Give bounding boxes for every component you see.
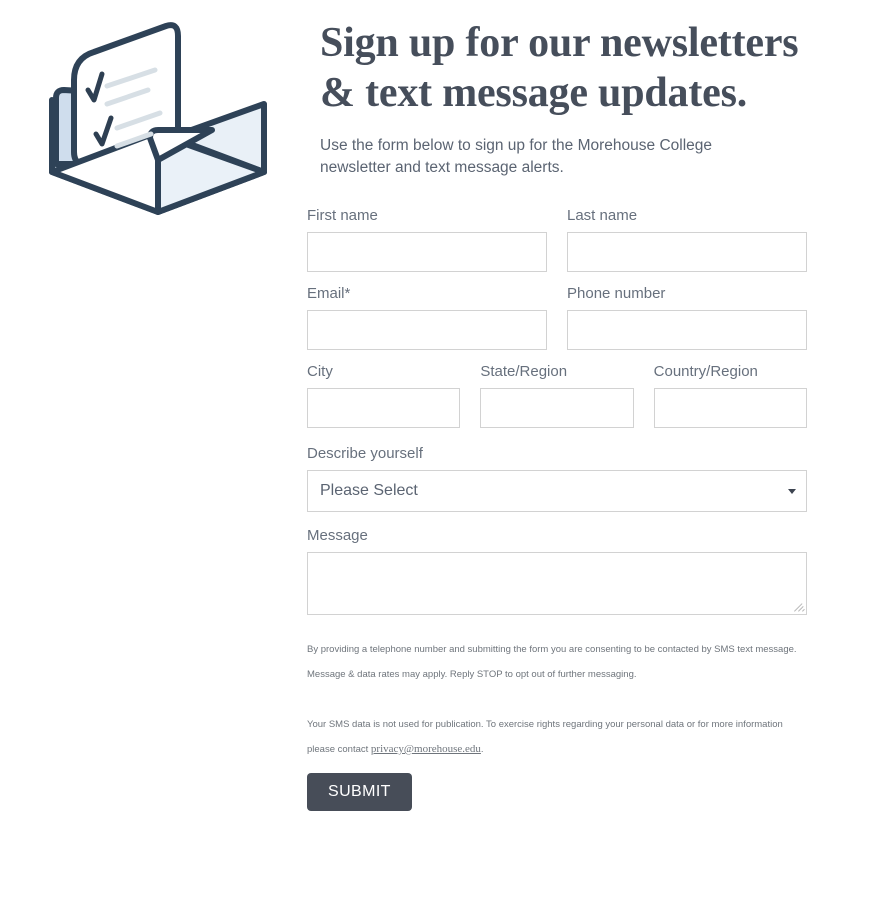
first-name-input[interactable] (307, 232, 547, 272)
field-describe-yourself: Describe yourself Please Select (307, 444, 807, 512)
label-country-region: Country/Region (653, 363, 758, 380)
page-subtitle: Use the form below to sign up for the Mo… (320, 137, 713, 176)
label-message: Message (307, 527, 368, 544)
describe-yourself-select[interactable]: Please Select (307, 470, 807, 512)
signup-form: First name Last name Email* Phone number (307, 206, 807, 811)
state-region-input[interactable] (480, 388, 634, 428)
signup-content: Sign up for our newsletters & text messa… (307, 18, 807, 811)
message-textarea[interactable] (307, 552, 807, 615)
privacy-email-link[interactable]: privacy@morehouse.edu (371, 743, 481, 755)
required-marker: * (344, 285, 351, 302)
submit-button[interactable]: SUBMIT (307, 773, 412, 811)
resize-handle-icon[interactable] (793, 601, 805, 613)
sms-consent-text: By providing a telephone number and subm… (307, 644, 797, 680)
field-phone-number: Phone number (567, 284, 807, 350)
country-region-input[interactable] (653, 388, 807, 428)
last-name-input[interactable] (567, 232, 807, 272)
field-state-region: State/Region (480, 362, 634, 428)
label-email: Email* (307, 284, 547, 304)
field-last-name: Last name (567, 206, 807, 272)
privacy-disclaimer-text: Your SMS data is not used for publicatio… (307, 712, 807, 762)
describe-yourself-selected-value[interactable]: Please Select (307, 470, 807, 512)
privacy-text-after: . (480, 744, 484, 755)
field-message: Message (307, 526, 807, 615)
label-city: City (307, 363, 333, 380)
newsletter-signup-page: Sign up for our newsletters & text messa… (0, 0, 894, 899)
field-first-name: First name (307, 206, 547, 272)
form-row-describe: Describe yourself Please Select (307, 444, 807, 512)
label-state-region: State/Region (480, 363, 568, 380)
label-last-name: Last name (567, 207, 638, 224)
privacy-disclaimer: Your SMS data is not used for publicatio… (307, 712, 807, 762)
envelope-illustration (38, 12, 278, 227)
label-phone-number: Phone number (567, 285, 666, 302)
label-email-text: Email (307, 285, 345, 302)
form-row-contact: Email* Phone number (307, 284, 807, 350)
field-country-region: Country/Region (653, 362, 807, 428)
form-row-name: First name Last name (307, 206, 807, 272)
form-row-message: Message (307, 526, 807, 615)
email-input[interactable] (307, 310, 547, 350)
label-first-name: First name (307, 207, 378, 224)
sms-consent-disclaimer: By providing a telephone number and subm… (307, 637, 807, 687)
city-input[interactable] (307, 388, 461, 428)
field-city: City (307, 362, 461, 428)
page-title: Sign up for our newsletters & text messa… (320, 20, 799, 116)
chevron-down-icon (788, 489, 796, 494)
form-row-location: City State/Region Country/Region (307, 362, 807, 428)
phone-number-input[interactable] (567, 310, 807, 350)
label-describe-yourself: Describe yourself (307, 445, 423, 462)
field-email: Email* (307, 284, 547, 350)
